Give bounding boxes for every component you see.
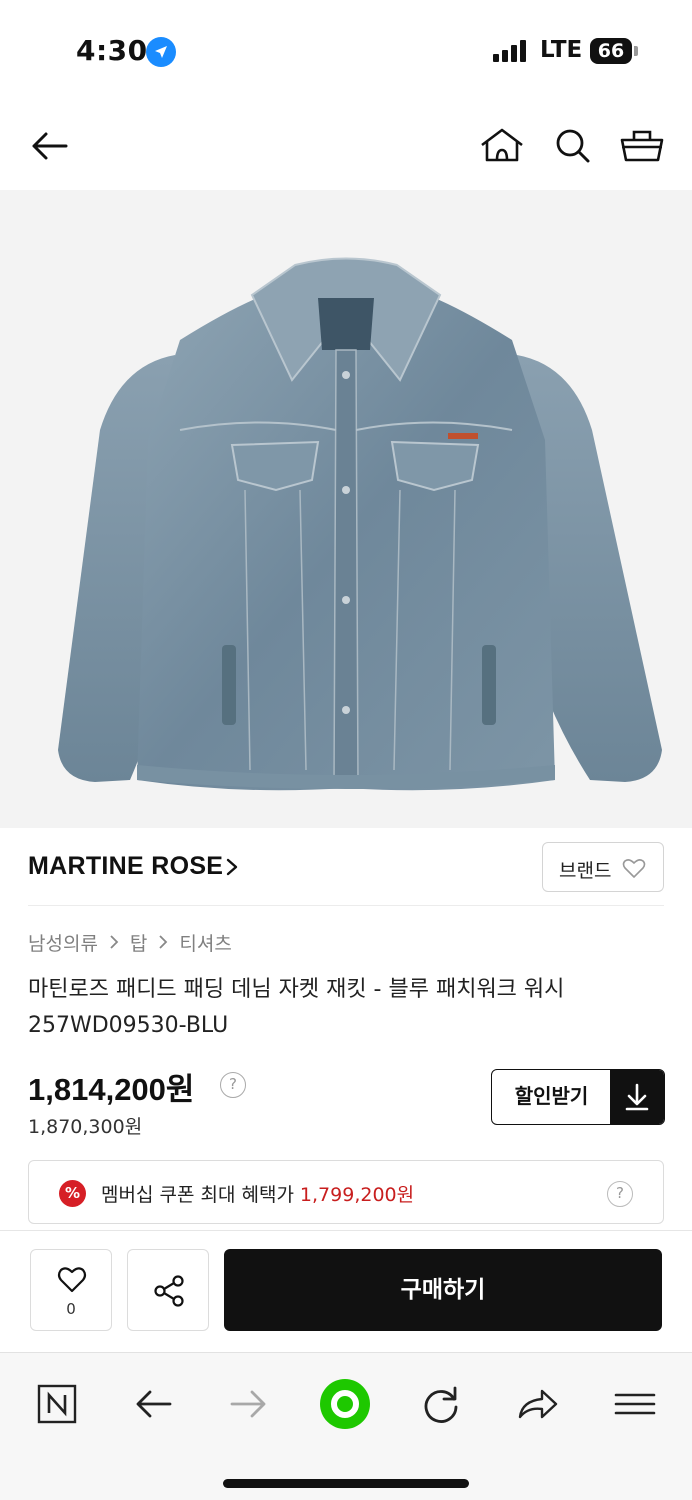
brand-name-link[interactable]: MARTINE ROSE <box>28 852 223 881</box>
naver-n-icon[interactable] <box>30 1377 84 1431</box>
product-title: 마틴로즈 패디드 패딩 데님 자켓 재킷 - 블루 패치워크 워시 257WD0… <box>28 972 648 1044</box>
chevron-right-icon <box>159 935 168 949</box>
get-discount-button[interactable]: 할인받기 <box>491 1069 665 1125</box>
original-price: 1,870,300원 <box>28 1116 143 1138</box>
search-icon[interactable] <box>548 122 596 170</box>
price-help-icon[interactable]: ? <box>220 1072 246 1098</box>
coupon-text: 멤버십 쿠폰 최대 혜택가 1,799,200원 <box>101 1180 414 1207</box>
heart-outline-icon <box>622 859 646 878</box>
like-count: 0 <box>66 1300 76 1318</box>
top-navigation <box>0 100 692 190</box>
back-arrow-icon[interactable] <box>26 122 74 170</box>
sale-price: 1,814,200원 <box>28 1072 195 1107</box>
status-time: 4:30 <box>76 34 148 67</box>
download-icon <box>625 1083 649 1111</box>
forward-icon[interactable] <box>222 1377 276 1431</box>
membership-coupon-banner[interactable]: % 멤버십 쿠폰 최대 혜택가 1,799,200원 ? <box>28 1160 664 1224</box>
denim-jacket-image <box>58 257 662 791</box>
chevron-right-icon <box>110 935 119 949</box>
buy-now-button[interactable]: 구매하기 <box>224 1249 662 1331</box>
location-arrow-icon <box>146 37 176 67</box>
home-indicator[interactable] <box>223 1479 469 1488</box>
home-icon[interactable] <box>478 122 526 170</box>
share-nodes-icon <box>154 1275 184 1307</box>
status-bar: 4:30 LTE 66 <box>0 0 692 100</box>
back-icon[interactable] <box>126 1377 180 1431</box>
product-image[interactable] <box>0 190 692 828</box>
menu-icon[interactable] <box>608 1377 662 1431</box>
green-dot-icon[interactable] <box>318 1377 372 1431</box>
download-coupon-button[interactable] <box>610 1070 664 1124</box>
battery-indicator: 66 <box>590 38 632 64</box>
cellular-signal-icon <box>493 40 529 62</box>
reload-icon[interactable] <box>414 1377 468 1431</box>
chevron-right-icon[interactable] <box>224 855 240 879</box>
cart-icon[interactable] <box>618 122 666 170</box>
product-title-line2: 257WD09530-BLU <box>28 1013 229 1038</box>
breadcrumb-item-men-clothing[interactable]: 남성의류 <box>28 929 98 956</box>
coupon-label: 멤버십 쿠폰 최대 혜택가 <box>101 1184 294 1206</box>
breadcrumb-item-top[interactable]: 탑 <box>130 929 147 956</box>
share-icon[interactable] <box>510 1377 564 1431</box>
discount-button-label: 할인받기 <box>514 1084 589 1108</box>
battery-tip-icon <box>634 46 638 56</box>
product-title-line1: 마틴로즈 패디드 패딩 데님 자켓 재킷 - 블루 패치워크 워시 <box>28 977 565 1002</box>
network-type: LTE <box>540 37 583 63</box>
brand-follow-button[interactable]: 브랜드 <box>542 842 664 892</box>
percent-badge-icon: % <box>59 1180 86 1207</box>
purchase-action-bar: 0 구매하기 <box>0 1230 692 1352</box>
like-button[interactable]: 0 <box>30 1249 112 1331</box>
coupon-help-icon[interactable]: ? <box>607 1181 633 1207</box>
brand-row: MARTINE ROSE 브랜드 <box>28 828 664 906</box>
browser-toolbar <box>0 1352 692 1500</box>
coupon-amount: 1,799,200원 <box>299 1184 415 1206</box>
breadcrumb: 남성의류 탑 티셔츠 <box>28 928 232 956</box>
heart-outline-icon <box>57 1267 87 1293</box>
breadcrumb-item-tshirt[interactable]: 티셔츠 <box>179 929 231 956</box>
share-button[interactable] <box>127 1249 209 1331</box>
brand-button-label: 브랜드 <box>559 860 612 882</box>
